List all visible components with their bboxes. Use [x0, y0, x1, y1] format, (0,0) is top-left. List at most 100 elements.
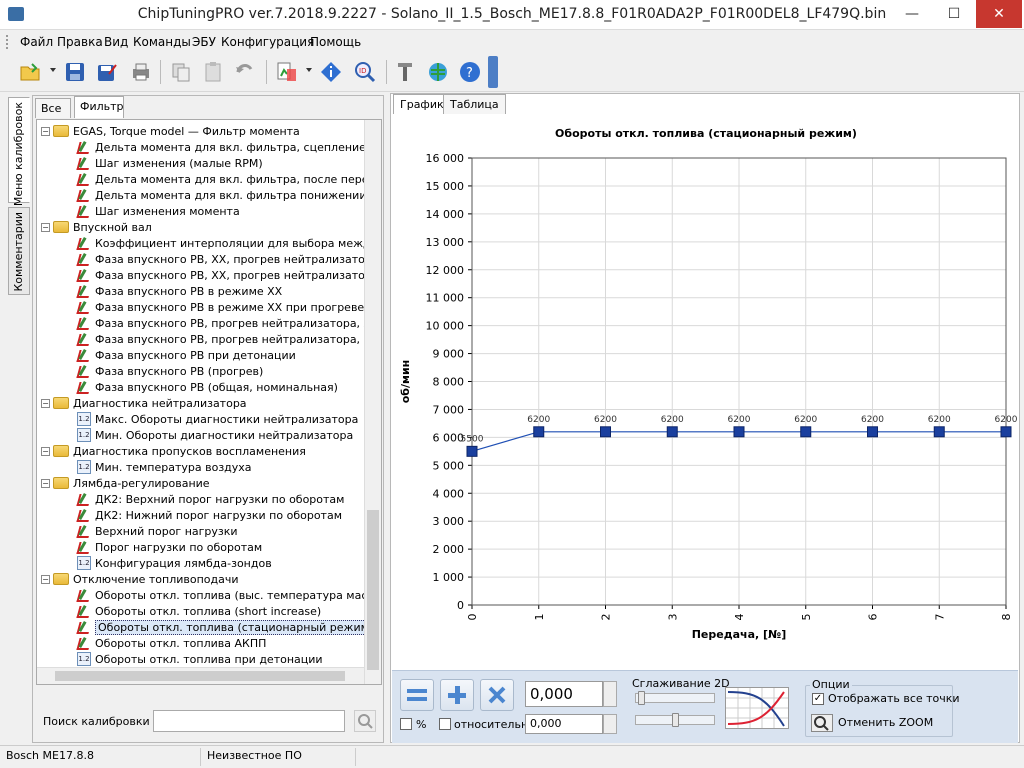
menu-file[interactable]: Файл [20, 35, 53, 49]
open-folder-icon[interactable] [18, 59, 44, 85]
chart-compare-icon[interactable] [274, 59, 300, 85]
data-point[interactable] [1000, 426, 1012, 438]
paste-icon[interactable] [200, 59, 226, 85]
collapse-icon[interactable]: − [41, 126, 50, 136]
slider-knob[interactable] [638, 691, 645, 705]
collapse-icon[interactable]: − [41, 446, 50, 456]
tree-horizontal-scrollbar[interactable] [37, 667, 364, 684]
toolbar-overflow-button[interactable] [488, 56, 498, 88]
value-spinner[interactable] [603, 681, 617, 707]
reset-zoom-button[interactable]: Отменить ZOOM [838, 716, 933, 729]
tree-item[interactable]: Обороты откл. топлива (short increase) [77, 603, 321, 619]
zoom-reset-icon[interactable] [811, 714, 833, 732]
compare-dropdown-icon[interactable] [306, 68, 312, 72]
tree-item[interactable]: Порог нагрузки по оборотам [77, 539, 262, 555]
tools-icon[interactable] [392, 59, 418, 85]
maximize-button[interactable]: ☐ [934, 0, 974, 28]
collapse-icon[interactable]: − [41, 398, 50, 408]
tree-folder[interactable]: − Лямбда-регулирование [41, 475, 210, 491]
tree-item[interactable]: Фаза впускного РВ в режиме ХХ при прогре… [77, 299, 364, 315]
tree-item[interactable]: Обороты откл. топлива АКПП [77, 635, 266, 651]
scroll-thumb[interactable] [367, 510, 379, 670]
line-chart[interactable]: 0 1 000 2 000 3 000 4 000 5 000 6 000 7 000 8 00… [391, 94, 1019, 664]
menu-help[interactable]: Помощь [310, 35, 361, 49]
menu-configuration[interactable]: Конфигурация [221, 35, 314, 49]
data-point[interactable] [867, 426, 878, 438]
tree-item[interactable]: Фаза впускного РВ, ХХ, прогрев нейтрализ… [77, 267, 381, 283]
value-input[interactable]: 0,000 [525, 681, 603, 707]
search-button[interactable] [354, 710, 376, 732]
relative-checkbox[interactable] [439, 718, 451, 730]
tab-comments[interactable]: Комментарии [8, 207, 30, 295]
tree-item[interactable]: 1.2 Макс. Обороты диагностики нейтрализат… [77, 411, 358, 427]
tree-item[interactable]: Верхний порог нагрузки [77, 523, 238, 539]
tree-item[interactable]: Коэффициент интерполяции для выбора межд… [77, 235, 381, 251]
show-all-points-checkbox[interactable]: ✓ [812, 693, 824, 705]
tree-item[interactable]: Шаг изменения (малые RPM) [77, 155, 263, 171]
tree-item[interactable]: Обороты откл. топлива (выс. температура … [77, 587, 381, 603]
undo-icon[interactable] [232, 59, 258, 85]
search-id-icon[interactable]: ID [352, 59, 378, 85]
tree-item[interactable]: 1.2 Конфигурация лямбда-зондов [77, 555, 272, 571]
tree-vertical-scrollbar[interactable] [364, 120, 381, 684]
data-point[interactable] [600, 426, 611, 438]
relative-value-input[interactable]: 0,000 [525, 714, 603, 734]
tree-item[interactable]: Дельта момента для вкл. фильтра, после п… [77, 171, 381, 187]
close-button[interactable]: ✕ [976, 0, 1022, 28]
tree-folder[interactable]: − EGAS, Torque model — Фильтр момента [41, 123, 300, 139]
tree-item[interactable]: Обороты откл. топлива (стационарный режи… [77, 619, 377, 635]
data-point[interactable] [733, 426, 745, 438]
collapse-icon[interactable]: − [41, 574, 50, 584]
info-icon[interactable] [318, 59, 344, 85]
menu-commands[interactable]: Команды [133, 35, 191, 49]
tree-item[interactable]: 1.2 Обороты откл. топлива при детонации [77, 651, 323, 667]
percent-checkbox[interactable] [400, 718, 412, 730]
tree-item[interactable]: Шаг изменения момента [77, 203, 240, 219]
multiply-button[interactable] [480, 679, 514, 711]
print-icon[interactable] [128, 59, 154, 85]
smoothing-slider-2[interactable] [635, 713, 715, 727]
menu-edit[interactable]: Правка [57, 35, 103, 49]
tab-all[interactable]: Все [35, 98, 71, 118]
add-button[interactable] [440, 679, 474, 711]
search-input[interactable] [153, 710, 345, 732]
tree-item[interactable]: Фаза впускного РВ, прогрев нейтрализатор… [77, 315, 381, 331]
tree-item[interactable]: ДК2: Нижний порог нагрузки по оборотам [77, 507, 342, 523]
menu-view[interactable]: Вид [104, 35, 128, 49]
scroll-thumb[interactable] [55, 671, 345, 681]
tree-item[interactable]: Фаза впускного РВ в режиме ХХ [77, 283, 282, 299]
tree-item[interactable]: Фаза впускного РВ (общая, номинальная) [77, 379, 338, 395]
minimize-button[interactable]: — [892, 0, 932, 28]
tree-item[interactable]: 1.2 Мин. Обороты диагностики нейтрализато… [77, 427, 353, 443]
tree-item[interactable]: 1.2 Мин. температура воздуха [77, 459, 252, 475]
data-point[interactable] [933, 426, 945, 438]
save-icon[interactable] [62, 59, 88, 85]
copy-icon[interactable] [168, 59, 194, 85]
tree-item[interactable]: Фаза впускного РВ, ХХ, прогрев нейтрализ… [77, 251, 381, 267]
menu-ecu[interactable]: ЭБУ [192, 35, 216, 49]
tree-folder[interactable]: − Впускной вал [41, 219, 152, 235]
tab-calibration-menu[interactable]: Меню калибровок [8, 97, 30, 206]
collapse-icon[interactable]: − [41, 478, 50, 488]
slider-knob[interactable] [672, 713, 679, 727]
save-as-icon[interactable] [94, 59, 120, 85]
tree-item[interactable]: Фаза впускного РВ (прогрев) [77, 363, 263, 379]
tree-item[interactable]: Дельта момента для вкл. фильтра понижени… [77, 187, 381, 203]
data-point[interactable] [800, 426, 812, 438]
tree-folder[interactable]: − Отключение топливоподачи [41, 571, 239, 587]
tree-item[interactable]: Фаза впускного РВ при детонации [77, 347, 296, 363]
tree-item[interactable]: Дельта момента для вкл. фильтра, сцеплен… [77, 139, 381, 155]
tree-item[interactable]: ДК2: Верхний порог нагрузки по оборотам [77, 491, 344, 507]
data-point[interactable] [533, 426, 545, 438]
data-point[interactable] [466, 445, 478, 457]
set-equal-button[interactable] [400, 679, 434, 711]
collapse-icon[interactable]: − [41, 222, 50, 232]
data-point[interactable] [666, 426, 678, 438]
tree-item[interactable]: Фаза впускного РВ, прогрев нейтрализатор… [77, 331, 381, 347]
open-dropdown-icon[interactable] [50, 68, 56, 72]
tree-folder[interactable]: − Диагностика нейтрализатора [41, 395, 247, 411]
smoothing-slider-1[interactable] [635, 691, 715, 705]
web-update-icon[interactable] [425, 59, 451, 85]
tree-folder[interactable]: − Диагностика пропусков воспламенения [41, 443, 306, 459]
help-icon[interactable]: ? [457, 59, 483, 85]
